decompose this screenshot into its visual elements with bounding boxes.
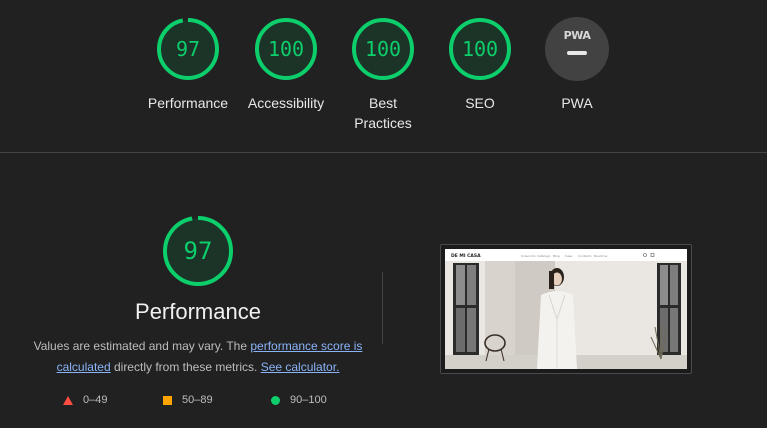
thumb-nav-2: Catálogo: [537, 254, 551, 258]
best-practices-label: Best Practices: [354, 95, 412, 131]
performance-gauge-ring: 97: [156, 17, 220, 81]
pwa-label: PWA: [561, 95, 593, 111]
accessibility-score-gauge[interactable]: 100 Accessibility: [241, 17, 331, 113]
performance-detail-gauge: 97: [162, 215, 234, 287]
pwa-badge-icon: PWA: [545, 17, 609, 81]
legend-fail: 0–49: [63, 394, 107, 406]
thumb-nav-1: Colección: [521, 254, 536, 258]
seo-score-gauge[interactable]: 100 SEO: [435, 17, 525, 113]
final-screenshot: DE MI CASA Colección Catálogo Blog Casa …: [445, 249, 687, 369]
see-calculator-link[interactable]: See calculator.: [261, 360, 340, 374]
pwa-logo-text: PWA: [563, 29, 591, 42]
legend-average: 50–89: [163, 394, 213, 406]
thumb-brand: DE MI CASA: [451, 253, 481, 259]
accessibility-score-value: 100: [267, 37, 305, 61]
accessibility-label: Accessibility: [247, 95, 325, 111]
performance-section-title: Performance: [135, 299, 261, 324]
final-screenshot-frame[interactable]: DE MI CASA Colección Catálogo Blog Casa …: [440, 244, 692, 374]
legend-pass-range: 90–100: [290, 394, 327, 406]
page-screenshot-image: DE MI CASA Colección Catálogo Blog Casa …: [445, 249, 687, 369]
best-practices-gauge-ring: 100: [351, 17, 415, 81]
best-practices-score-value: 100: [364, 37, 402, 61]
thumb-nav-5: Contacto: [578, 254, 592, 258]
thumb-nav-4: Casa: [565, 254, 572, 258]
legend-average-range: 50–89: [182, 394, 213, 406]
performance-detail-score: 97: [183, 237, 213, 265]
accessibility-gauge-ring: 100: [254, 17, 318, 81]
triangle-icon: [63, 395, 73, 405]
thumb-nav-6: Nosotros: [594, 254, 608, 258]
legend-pass: 90–100: [271, 394, 327, 406]
circle-icon: [271, 395, 280, 405]
best-practices-score-gauge[interactable]: 100 Best Practices: [338, 17, 428, 133]
seo-score-value: 100: [461, 37, 499, 61]
pwa-score-badge[interactable]: PWA PWA: [532, 17, 622, 113]
performance-label: Performance: [147, 95, 229, 111]
performance-score-value: 97: [175, 37, 201, 61]
legend-fail-range: 0–49: [83, 394, 108, 406]
seo-gauge-ring: 100: [448, 17, 512, 81]
pwa-dash-icon: [567, 51, 587, 55]
square-icon: [163, 395, 172, 405]
performance-description: Values are estimated and may vary. The p…: [28, 336, 368, 378]
description-text-start: Values are estimated and may vary. The: [33, 339, 251, 353]
vertical-divider: [382, 272, 383, 344]
performance-score-gauge[interactable]: 97 Performance: [143, 17, 233, 113]
section-divider: [0, 152, 767, 153]
description-text-middle: directly from these metrics.: [110, 360, 261, 374]
seo-label: SEO: [465, 95, 495, 111]
thumb-nav-3: Blog: [553, 254, 560, 258]
